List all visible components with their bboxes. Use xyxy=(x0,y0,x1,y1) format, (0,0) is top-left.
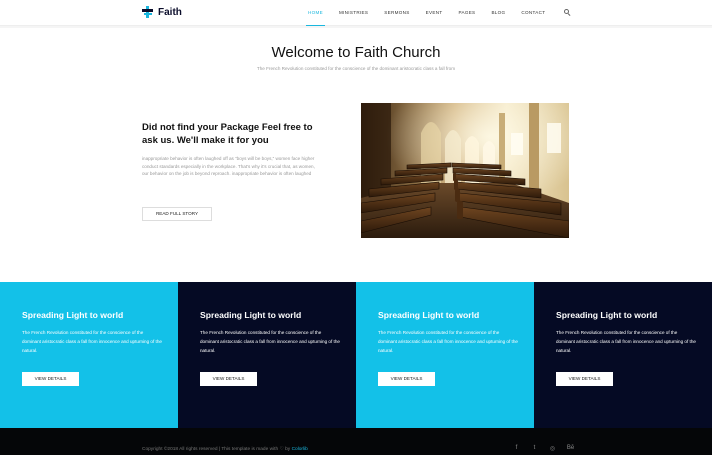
view-details-button[interactable]: VIEW DETAILS xyxy=(200,372,257,386)
copyright-prefix: Copyright ©2018 All rights reserved | Th… xyxy=(142,447,279,452)
card-title: Spreading Light to world xyxy=(22,310,124,320)
main-nav: HOME MINISTRIES SERMONS EVENT PAGES BLOG… xyxy=(300,0,553,26)
facebook-icon[interactable]: f xyxy=(512,445,521,452)
service-card: Spreading Light to world The French Revo… xyxy=(0,282,178,428)
card-title: Spreading Light to world xyxy=(378,310,480,320)
brand-logo[interactable]: Faith xyxy=(142,6,182,18)
services-section: Spreading Light to world The French Revo… xyxy=(0,282,712,428)
about-text: inappropriate behavior is often laughed … xyxy=(142,156,315,177)
dribbble-icon[interactable]: ◎ xyxy=(548,445,557,452)
service-card: Spreading Light to world The French Revo… xyxy=(534,282,712,428)
site-header: Faith HOME MINISTRIES SERMONS EVENT PAGE… xyxy=(0,0,712,26)
card-text: The French Revolution constituted for th… xyxy=(556,330,696,353)
view-details-button[interactable]: VIEW DETAILS xyxy=(378,372,435,386)
card-title: Spreading Light to world xyxy=(200,310,302,320)
nav-item-ministries[interactable]: MINISTRIES xyxy=(331,0,376,26)
card-text: The French Revolution constituted for th… xyxy=(200,330,340,353)
nav-item-event[interactable]: EVENT xyxy=(418,0,451,26)
heart-icon: ♡ xyxy=(279,447,284,452)
church-interior-image xyxy=(361,103,569,238)
social-links: f t ◎ Bē xyxy=(512,445,575,452)
nav-item-sermons[interactable]: SERMONS xyxy=(376,0,417,26)
welcome-subtitle: The French Revolution constituted for th… xyxy=(256,66,456,71)
view-details-button[interactable]: VIEW DETAILS xyxy=(556,372,613,386)
twitter-icon[interactable]: t xyxy=(530,445,539,452)
read-full-story-button[interactable]: READ FULL STORY xyxy=(142,207,212,221)
card-text: The French Revolution constituted for th… xyxy=(378,330,518,353)
nav-item-home[interactable]: HOME xyxy=(300,0,331,26)
view-details-button[interactable]: VIEW DETAILS xyxy=(22,372,79,386)
about-heading: Did not find your Package Feel free to a… xyxy=(142,122,313,146)
copyright-by: by xyxy=(285,447,291,452)
card-text: The French Revolution constituted for th… xyxy=(22,330,162,353)
service-card: Spreading Light to world The French Revo… xyxy=(178,282,356,428)
nav-item-pages[interactable]: PAGES xyxy=(450,0,483,26)
card-title: Spreading Light to world xyxy=(556,310,658,320)
nav-item-contact[interactable]: CONTACT xyxy=(513,0,553,26)
brand-name: Faith xyxy=(158,6,182,18)
nav-item-blog[interactable]: BLOG xyxy=(483,0,513,26)
behance-icon[interactable]: Bē xyxy=(566,445,575,452)
colorlib-link[interactable]: Colorlib xyxy=(292,447,308,452)
header-divider xyxy=(0,26,712,28)
service-card: Spreading Light to world The French Revo… xyxy=(356,282,534,428)
cross-icon xyxy=(142,6,154,18)
welcome-title: Welcome to Faith Church xyxy=(271,44,441,61)
search-icon[interactable] xyxy=(564,9,571,16)
site-footer: Copyright ©2018 All rights reserved | Th… xyxy=(0,428,712,455)
copyright-text: Copyright ©2018 All rights reserved | Th… xyxy=(142,447,308,452)
